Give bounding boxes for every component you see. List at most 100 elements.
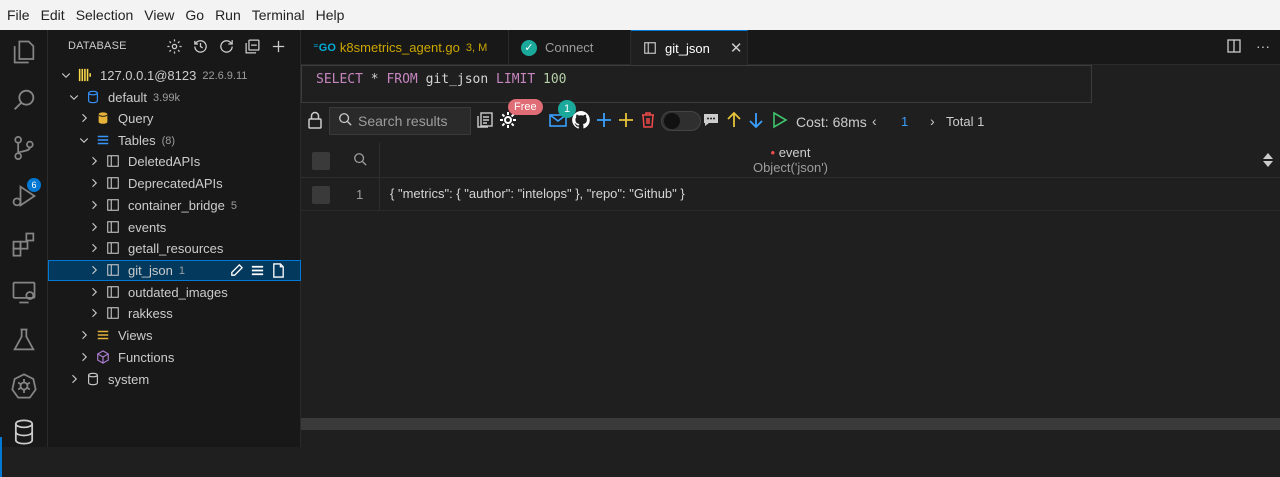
row-cell-event[interactable]: { "metrics": { "author": "intelops" }, "… [390, 186, 685, 201]
column-name[interactable]: • event [301, 145, 1280, 160]
tree-table-item[interactable]: DeprecatedAPIs [48, 173, 301, 194]
tree-table-item[interactable]: container_bridge 5 [48, 195, 301, 216]
editor-actions: ··· [1226, 38, 1270, 59]
horizontal-scrollbar[interactable] [301, 418, 1280, 430]
sql-star: * [370, 72, 379, 87]
table-label: rakkess [128, 306, 173, 321]
tree-table-item-selected[interactable]: git_json 1 [48, 260, 301, 281]
menu-view[interactable]: View [144, 7, 174, 23]
refresh-icon[interactable] [218, 38, 236, 56]
extensions-icon[interactable] [10, 230, 38, 258]
view-toggle[interactable] [661, 111, 701, 131]
chevron-down-icon [78, 134, 92, 148]
add-row-icon[interactable] [594, 110, 614, 135]
tree-tables[interactable]: Tables (8) [48, 130, 301, 151]
chevron-right-icon [78, 351, 92, 365]
database-label: default [108, 90, 148, 105]
testing-icon[interactable] [10, 326, 38, 354]
results-toolbar: Free 1 Cost: 68ms ‹ 1 › Total 1 [301, 99, 1280, 137]
tree-table-item[interactable]: rakkess [48, 303, 301, 324]
collapse-all-icon[interactable] [244, 38, 262, 56]
search-results-input[interactable] [358, 113, 470, 129]
history-icon[interactable] [192, 38, 210, 56]
menu-file[interactable]: File [7, 7, 30, 23]
tab-git-json[interactable]: git_json ✕ [631, 30, 748, 65]
table-icon [106, 154, 122, 170]
kubernetes-icon[interactable] [10, 372, 38, 400]
tree-functions[interactable]: Functions [48, 347, 301, 368]
toggle-knob [664, 113, 680, 129]
tree-table-item[interactable]: events [48, 217, 301, 238]
page-number[interactable]: 1 [901, 114, 908, 129]
row-checkbox[interactable] [312, 186, 330, 204]
remote-explorer-icon[interactable] [10, 278, 38, 306]
github-icon[interactable] [571, 110, 591, 135]
sidebar-toolbar [166, 38, 288, 56]
search-icon [338, 112, 352, 131]
edit-icon[interactable] [229, 263, 244, 281]
more-actions-icon[interactable]: ··· [1256, 38, 1270, 59]
tree-connection[interactable]: 127.0.0.1@8123 22.6.9.11 [48, 65, 301, 86]
search-icon[interactable] [10, 86, 38, 114]
menu-run[interactable]: Run [215, 7, 241, 23]
sql-table: git_json [425, 72, 489, 87]
run-query-icon[interactable] [769, 110, 789, 135]
database-icon [86, 90, 102, 106]
menu-edit[interactable]: Edit [41, 7, 65, 23]
table-label: outdated_images [128, 285, 228, 300]
tree-views[interactable]: Views [48, 325, 301, 346]
menu-terminal[interactable]: Terminal [252, 7, 305, 23]
add-connection-icon[interactable] [270, 38, 288, 56]
run-debug-icon[interactable] [10, 182, 38, 210]
explorer-icon[interactable] [10, 38, 38, 66]
menu-selection[interactable]: Selection [76, 7, 134, 23]
tables-label: Tables [118, 133, 156, 148]
sql-keyword-from: FROM [386, 72, 418, 87]
row-actions [229, 263, 286, 281]
delete-icon[interactable] [638, 110, 658, 135]
source-control-icon[interactable] [10, 134, 38, 162]
tab-k8smetrics-agent[interactable]: ⁼GO k8smetrics_agent.go 3, M [301, 30, 509, 65]
chevron-right-icon [78, 112, 92, 126]
arrow-down-icon[interactable] [746, 110, 766, 135]
tables-count: (8) [161, 134, 176, 147]
tree-database-system[interactable]: system [48, 369, 301, 390]
tree-table-item[interactable]: outdated_images [48, 282, 301, 303]
chevron-down-icon [68, 91, 82, 105]
list-icon[interactable] [250, 263, 265, 281]
tree-database-default[interactable]: default 3.99k [48, 87, 301, 108]
copy-icon[interactable] [475, 110, 495, 135]
sql-input[interactable]: SELECT * FROM git_json LIMIT 100 [301, 65, 1092, 103]
tree-query[interactable]: Query [48, 108, 301, 129]
prev-page-button[interactable]: ‹ [872, 113, 877, 129]
required-dot: • [770, 145, 776, 160]
arrow-up-icon[interactable] [724, 110, 744, 135]
sort-icon[interactable] [1262, 152, 1274, 168]
query-editor-panel: SELECT * FROM git_json LIMIT 100 Free 1 … [301, 65, 1280, 447]
chevron-right-icon [88, 155, 102, 169]
database-icon[interactable] [10, 418, 38, 446]
close-icon[interactable]: ✕ [730, 39, 743, 57]
chevron-right-icon [88, 264, 102, 278]
file-icon[interactable] [271, 263, 286, 281]
split-editor-icon[interactable] [1226, 38, 1242, 59]
menu-help[interactable]: Help [316, 7, 345, 23]
settings-icon[interactable] [166, 38, 184, 56]
comment-icon[interactable] [701, 110, 721, 135]
cube-icon [96, 349, 112, 366]
table-label: getall_resources [128, 241, 224, 256]
chevron-right-icon [88, 286, 102, 300]
chevron-right-icon [78, 329, 92, 343]
activity-bar: 6 [0, 30, 48, 477]
tab-connect[interactable]: ✓ Connect [509, 30, 631, 65]
table-row-count: 1 [178, 264, 185, 277]
next-page-button[interactable]: › [930, 113, 935, 129]
add-column-icon[interactable] [616, 110, 636, 135]
column-type: Object('json') [752, 160, 829, 175]
table-row[interactable]: 1 { "metrics": { "author": "intelops" },… [301, 178, 1280, 211]
tree-table-item[interactable]: DeletedAPIs [48, 151, 301, 172]
lock-icon[interactable] [305, 110, 325, 135]
clickhouse-icon [78, 68, 94, 84]
menu-go[interactable]: Go [185, 7, 204, 23]
tree-table-item[interactable]: getall_resources [48, 238, 301, 259]
